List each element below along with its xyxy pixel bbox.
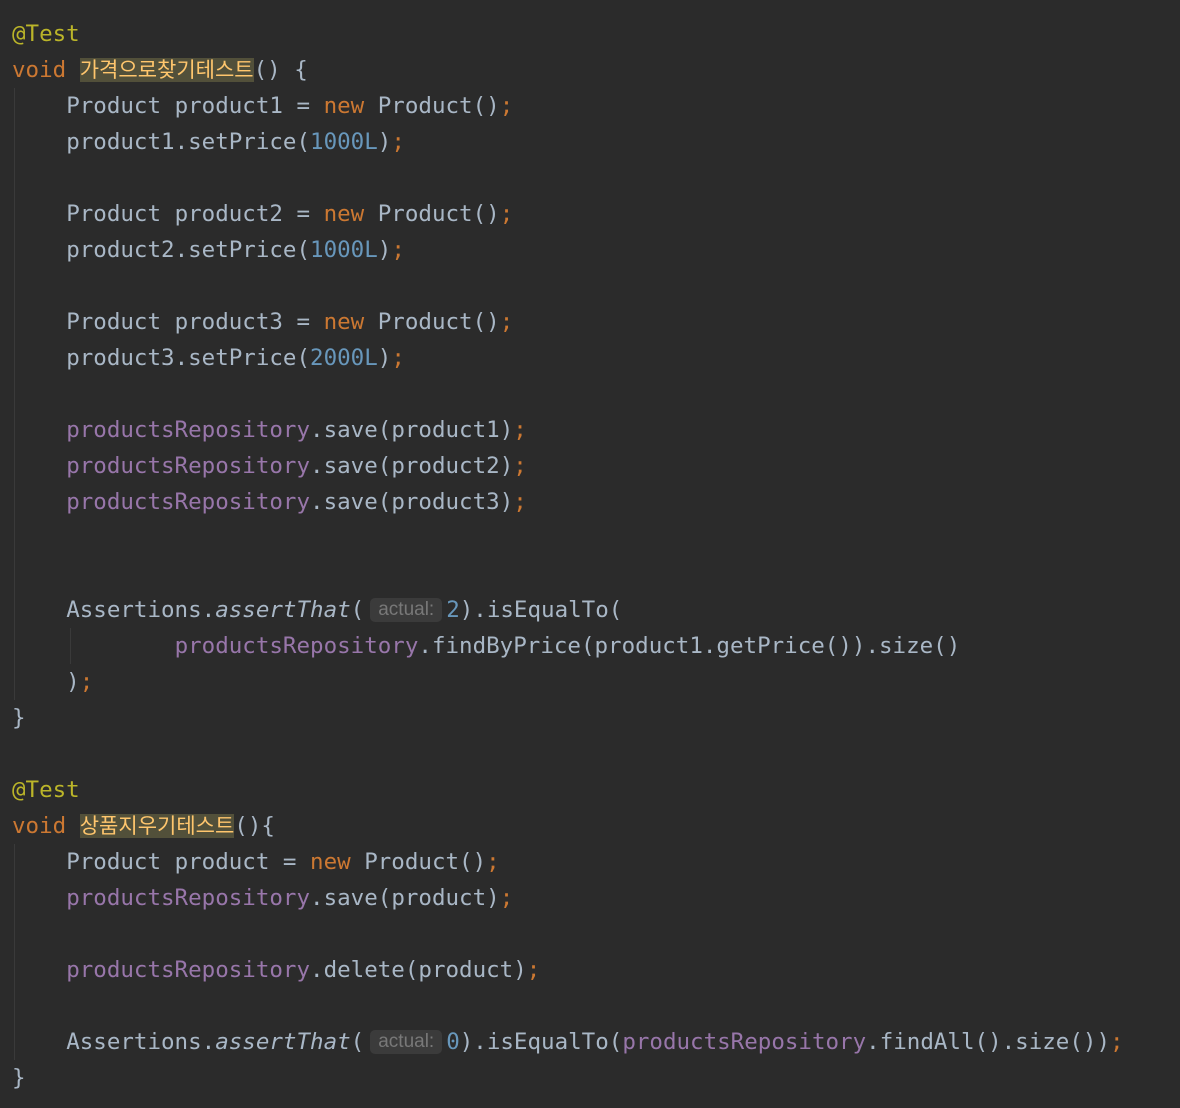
annotation: @Test <box>12 777 80 803</box>
code-line[interactable]: productsRepository.save(product1); <box>12 412 527 448</box>
code-line[interactable]: @Test <box>12 772 80 808</box>
code-line[interactable]: ); <box>12 664 93 700</box>
method-name-highlight: 가격으로찾기테스트 <box>79 58 254 82</box>
code-line[interactable]: productsRepository.save(product3); <box>12 484 527 520</box>
code-line[interactable]: Product product1 = new Product(); <box>12 88 513 124</box>
code-line[interactable]: product2.setPrice(1000L); <box>12 232 405 268</box>
code-line[interactable]: Product product = new Product(); <box>12 844 500 880</box>
parameter-hint: actual: <box>370 1030 443 1054</box>
code-line[interactable]: } <box>12 700 26 736</box>
method-name-highlight: 상품지우기테스트 <box>79 814 235 838</box>
keyword: void <box>12 57 67 83</box>
code-line[interactable]: } <box>12 1060 26 1096</box>
code-editor[interactable]: @Test void 가격으로찾기테스트() { Product product… <box>0 0 1180 1108</box>
code-line[interactable]: productsRepository.delete(product); <box>12 952 540 988</box>
code-line[interactable]: product3.setPrice(2000L); <box>12 340 405 376</box>
code-line[interactable]: Assertions.assertThat(actual: 2).isEqualT… <box>12 592 622 628</box>
code-line[interactable]: productsRepository.save(product2); <box>12 448 527 484</box>
keyword: void <box>12 813 67 839</box>
annotation: @Test <box>12 21 80 47</box>
code-line[interactable]: @Test <box>12 16 80 52</box>
code-line[interactable]: Assertions.assertThat(actual: 0).isEqualT… <box>12 1024 1123 1060</box>
code-line[interactable]: void 상품지우기테스트(){ <box>12 808 275 844</box>
parameter-hint: actual: <box>370 598 443 622</box>
code-line[interactable]: Product product2 = new Product(); <box>12 196 513 232</box>
code-line[interactable]: productsRepository.save(product); <box>12 880 513 916</box>
code-line[interactable]: Product product3 = new Product(); <box>12 304 513 340</box>
code-line[interactable]: void 가격으로찾기테스트() { <box>12 52 308 88</box>
code-line[interactable]: productsRepository.findByPrice(product1.… <box>12 628 961 664</box>
code-line[interactable]: product1.setPrice(1000L); <box>12 124 405 160</box>
